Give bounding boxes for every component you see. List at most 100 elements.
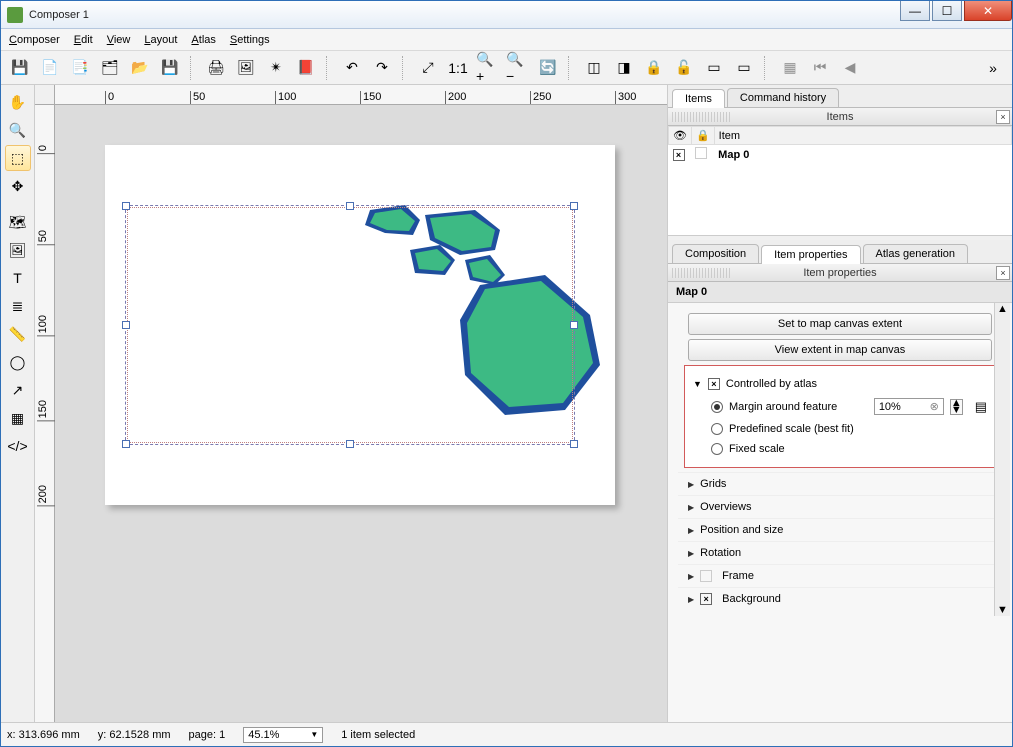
data-defined-icon[interactable]: ▤ xyxy=(975,399,987,415)
resize-handle-br[interactable] xyxy=(570,440,578,448)
ruler-corner xyxy=(35,85,55,105)
predefined-scale-radio[interactable] xyxy=(711,423,723,435)
redo-icon[interactable]: ↷ xyxy=(369,55,395,81)
select-tool-icon[interactable]: ⬚ xyxy=(5,145,31,171)
menu-composer[interactable]: CComposeromposer xyxy=(9,34,60,46)
add-arrow-icon[interactable]: ↗ xyxy=(5,377,31,403)
zoom-in-icon[interactable]: 🔍+ xyxy=(475,55,501,81)
zoom-out-icon[interactable]: 🔍− xyxy=(505,55,531,81)
view-extent-button[interactable]: View extent in map canvas xyxy=(688,339,993,361)
resize-handle-mr[interactable] xyxy=(570,321,578,329)
group-icon[interactable]: ◫ xyxy=(581,55,607,81)
margin-label: Margin around feature xyxy=(729,401,868,413)
zoom-full-icon[interactable]: ⤢ xyxy=(415,55,441,81)
resize-handle-bc[interactable] xyxy=(346,440,354,448)
composer-manager-icon[interactable]: 🗂 xyxy=(97,55,123,81)
pan-tool-icon[interactable]: ✋ xyxy=(5,89,31,115)
margin-spinner[interactable]: ▲▼ xyxy=(950,399,963,415)
zoom-selector[interactable]: 45.1%▼ xyxy=(243,727,323,743)
rotation-section[interactable]: Rotation xyxy=(678,541,1002,564)
lock-checkbox[interactable] xyxy=(695,147,707,159)
grids-section[interactable]: Grids xyxy=(678,472,1002,495)
add-shape-icon[interactable]: ◯ xyxy=(5,349,31,375)
controlled-by-atlas-checkbox[interactable]: × xyxy=(708,378,720,390)
zoom-tool-icon[interactable]: 🔍 xyxy=(5,117,31,143)
frame-section[interactable]: Frame xyxy=(678,564,1002,587)
minimize-button[interactable]: — xyxy=(900,1,930,21)
menu-settings[interactable]: Settings xyxy=(230,34,270,46)
export-svg-icon[interactable]: ✴ xyxy=(263,55,289,81)
export-pdf-icon[interactable]: 📕 xyxy=(293,55,319,81)
main-toolbar: 💾 📄 📑 🗂 📂 💾 🖨 🖼 ✴ 📕 ↶ ↷ ⤢ 1:1 🔍+ 🔍− 🔄 ◫ … xyxy=(1,51,1012,85)
margin-radio[interactable] xyxy=(711,401,723,413)
lower-icon[interactable]: ▭ xyxy=(731,55,757,81)
move-content-tool-icon[interactable]: ✥ xyxy=(5,173,31,199)
tab-composition[interactable]: Composition xyxy=(672,244,759,263)
atlas-prev-icon[interactable]: ◀ xyxy=(837,55,863,81)
tab-items[interactable]: Items xyxy=(672,89,725,108)
refresh-icon[interactable]: 🔄 xyxy=(535,55,561,81)
resize-handle-tl[interactable] xyxy=(122,202,130,210)
frame-checkbox[interactable] xyxy=(700,570,712,582)
properties-scrollbar[interactable]: ▲▼ xyxy=(994,303,1010,616)
status-page: page: 1 xyxy=(189,729,226,741)
position-size-section[interactable]: Position and size xyxy=(678,518,1002,541)
unlock-icon[interactable]: 🔓 xyxy=(671,55,697,81)
table-row[interactable]: × Map 0 xyxy=(669,145,1012,165)
menu-layout[interactable]: Layout xyxy=(144,34,177,46)
save-icon[interactable]: 💾 xyxy=(7,55,33,81)
add-image-icon[interactable]: 🖼 xyxy=(5,237,31,263)
items-list[interactable]: 👁 🔒 Item × Map 0 xyxy=(668,126,1012,236)
statusbar: x: 313.696 mm y: 62.1528 mm page: 1 45.1… xyxy=(1,722,1012,746)
toolbar-overflow-icon[interactable]: » xyxy=(980,55,1006,81)
items-panel-close-icon[interactable]: × xyxy=(996,110,1010,124)
duplicate-composer-icon[interactable]: 📑 xyxy=(67,55,93,81)
lock-icon[interactable]: 🔒 xyxy=(641,55,667,81)
resize-handle-bl[interactable] xyxy=(122,440,130,448)
menu-edit[interactable]: Edit xyxy=(74,34,93,46)
item-props-close-icon[interactable]: × xyxy=(996,266,1010,280)
open-template-icon[interactable]: 📂 xyxy=(127,55,153,81)
add-label-icon[interactable]: T xyxy=(5,265,31,291)
add-table-icon[interactable]: ▦ xyxy=(5,405,31,431)
menu-atlas[interactable]: Atlas xyxy=(191,34,215,46)
atlas-first-icon[interactable]: ⏮ xyxy=(807,55,833,81)
map-item-selection[interactable] xyxy=(125,205,575,445)
tab-item-properties[interactable]: Item properties xyxy=(761,245,860,264)
background-checkbox[interactable]: × xyxy=(700,593,712,605)
close-button[interactable]: ✕ xyxy=(964,1,1012,21)
overviews-section[interactable]: Overviews xyxy=(678,495,1002,518)
new-composer-icon[interactable]: 📄 xyxy=(37,55,63,81)
undo-icon[interactable]: ↶ xyxy=(339,55,365,81)
print-icon[interactable]: 🖨 xyxy=(203,55,229,81)
add-legend-icon[interactable]: ≣ xyxy=(5,293,31,319)
zoom-actual-icon[interactable]: 1:1 xyxy=(445,55,471,81)
controlled-by-atlas-group: ▼ × Controlled by atlas Margin around fe… xyxy=(684,365,996,468)
maximize-button[interactable]: ☐ xyxy=(932,1,962,21)
tab-command-history[interactable]: Command history xyxy=(727,88,839,107)
resize-handle-tc[interactable] xyxy=(346,202,354,210)
export-image-icon[interactable]: 🖼 xyxy=(233,55,259,81)
resize-handle-tr[interactable] xyxy=(570,202,578,210)
save-template-icon[interactable]: 💾 xyxy=(157,55,183,81)
atlas-preview-icon[interactable]: ▦ xyxy=(777,55,803,81)
status-y: y: 62.1528 mm xyxy=(98,729,171,741)
add-scalebar-icon[interactable]: 📏 xyxy=(5,321,31,347)
background-section[interactable]: ×Background xyxy=(678,587,1002,610)
tab-atlas-generation[interactable]: Atlas generation xyxy=(863,244,969,263)
add-html-icon[interactable]: </> xyxy=(5,433,31,459)
set-to-canvas-extent-button[interactable]: Set to map canvas extent xyxy=(688,313,993,335)
raise-icon[interactable]: ▭ xyxy=(701,55,727,81)
menubar: CComposeromposer Edit View Layout Atlas … xyxy=(1,29,1012,51)
ungroup-icon[interactable]: ◨ xyxy=(611,55,637,81)
canvas-area: 0 50 100 150 200 250 300 0 50 100 150 20… xyxy=(35,85,667,722)
resize-handle-ml[interactable] xyxy=(122,321,130,329)
fixed-scale-radio[interactable] xyxy=(711,443,723,455)
visibility-checkbox[interactable]: × xyxy=(673,149,685,161)
menu-view[interactable]: View xyxy=(107,34,131,46)
item-props-panel-header: Item properties × xyxy=(668,264,1012,282)
canvas-viewport[interactable] xyxy=(55,105,667,722)
eye-icon: 👁 xyxy=(673,130,687,142)
add-map-icon[interactable]: 🗺 xyxy=(5,209,31,235)
margin-input[interactable]: 10%⊗ xyxy=(874,398,944,415)
